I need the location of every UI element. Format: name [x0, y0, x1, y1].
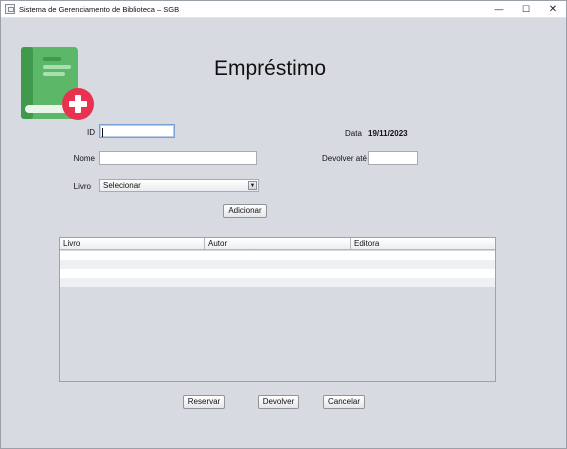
page-title: Empréstimo [214, 57, 327, 80]
chevron-down-icon[interactable]: ▼ [248, 181, 257, 190]
column-header-autor[interactable]: Autor [205, 238, 351, 250]
main-window: Sistema de Gerenciamento de Biblioteca –… [0, 0, 567, 449]
nome-field[interactable] [99, 151, 257, 165]
text-caret [102, 128, 103, 137]
column-header-editora[interactable]: Editora [351, 238, 495, 250]
emprestimo-table[interactable]: Livro Autor Editora [59, 237, 496, 382]
nome-label: Nome [73, 154, 95, 163]
data-label: Data [345, 129, 362, 138]
livro-label: Livro [73, 182, 91, 191]
livro-select[interactable]: Selecionar ▼ [99, 179, 259, 192]
title-bar: Sistema de Gerenciamento de Biblioteca –… [1, 1, 566, 18]
table-row[interactable] [60, 269, 495, 278]
app-icon [5, 4, 15, 14]
table-row[interactable] [60, 260, 495, 269]
id-label: ID [87, 128, 95, 137]
livro-select-value: Selecionar [103, 181, 141, 190]
devolver-button[interactable]: Devolver [258, 395, 299, 409]
devolver-ate-field[interactable] [368, 151, 418, 165]
close-button[interactable]: ✕ [540, 1, 566, 18]
adicionar-button[interactable]: Adicionar [223, 204, 267, 218]
devolver-ate-label: Devolver até [322, 154, 367, 163]
id-field[interactable] [99, 124, 175, 138]
minimize-button[interactable]: — [486, 1, 512, 18]
reservar-button[interactable]: Reservar [183, 395, 225, 409]
window-title: Sistema de Gerenciamento de Biblioteca –… [19, 5, 180, 14]
maximize-button[interactable]: ☐ [513, 1, 539, 18]
book-add-icon [21, 47, 94, 120]
table-header: Livro Autor Editora [60, 238, 495, 250]
data-value: 19/11/2023 [368, 129, 408, 138]
table-row[interactable] [60, 251, 495, 260]
cancelar-button[interactable]: Cancelar [323, 395, 365, 409]
table-row[interactable] [60, 278, 495, 287]
column-header-livro[interactable]: Livro [60, 238, 205, 250]
